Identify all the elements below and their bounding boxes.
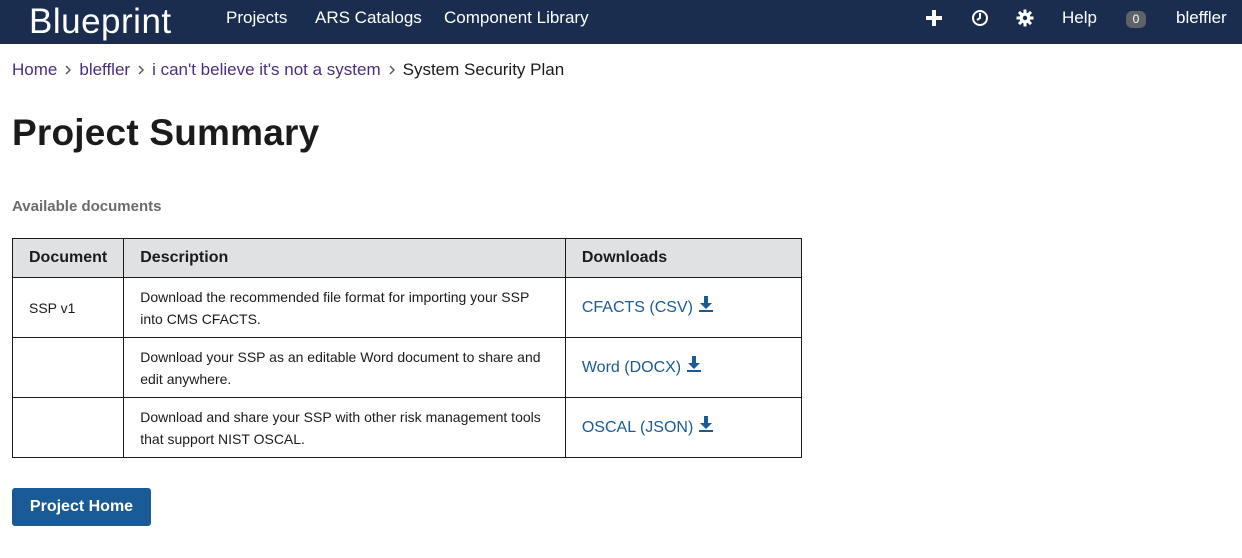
nav-ars-catalogs[interactable]: ARS Catalogs [315,0,422,44]
breadcrumb-home[interactable]: Home [12,60,57,80]
nav-projects[interactable]: Projects [226,0,287,44]
documents-table: Document Description Downloads SSP v1 Do… [11,238,803,458]
clock-icon[interactable] [970,8,990,28]
nav-component-library[interactable]: Component Library [444,0,589,44]
download-icon [699,416,714,439]
download-label: Word (DOCX) [581,358,682,376]
chevron-right-icon [57,65,79,75]
document-cell [11,337,125,398]
plus-icon[interactable] [924,8,944,28]
gear-icon[interactable] [1015,8,1035,28]
column-header-description: Description [123,238,566,278]
description-cell: Download and share your SSP with other r… [123,397,566,458]
column-header-document: Document [11,238,125,278]
table-header-row: Document Description Downloads [11,238,803,278]
breadcrumb: Home bleffler i can't believe it's not a… [12,58,564,82]
nav-help[interactable]: Help [1062,0,1097,44]
download-label: OSCAL (JSON) [581,418,694,436]
column-header-downloads: Downloads [564,238,803,278]
section-label: Available documents [12,198,162,215]
brand-logo[interactable]: Blueprint [29,2,172,42]
notification-badge[interactable]: 0 [1126,11,1146,28]
description-cell: Download your SSP as an editable Word do… [123,337,566,398]
download-cell: CFACTS (CSV) [564,277,803,338]
chevron-right-icon [130,65,152,75]
top-navbar: Blueprint Projects ARS Catalogs Componen… [0,0,1242,44]
download-label: CFACTS (CSV) [581,298,693,316]
page-title: Project Summary [12,112,320,153]
nav-username[interactable]: bleffler [1176,0,1227,44]
table-row: Download your SSP as an editable Word do… [11,337,803,398]
download-cell: Word (DOCX) [564,337,803,398]
download-cell: OSCAL (JSON) [564,397,803,458]
download-json-link[interactable]: OSCAL (JSON) [581,416,714,439]
project-home-button[interactable]: Project Home [12,488,151,526]
download-icon [698,296,713,319]
chevron-right-icon [381,65,403,75]
table-row: Download and share your SSP with other r… [11,397,803,458]
table-row: SSP v1 Download the recommended file for… [11,277,803,338]
description-cell: Download the recommended file format for… [123,277,566,338]
breadcrumb-user[interactable]: bleffler [79,60,130,80]
breadcrumb-system[interactable]: i can't believe it's not a system [152,60,381,80]
document-cell [11,397,125,458]
download-docx-link[interactable]: Word (DOCX) [581,356,702,379]
download-csv-link[interactable]: CFACTS (CSV) [582,296,713,319]
breadcrumb-current: System Security Plan [402,60,565,79]
document-cell: SSP v1 [11,277,125,338]
download-icon [687,356,702,379]
